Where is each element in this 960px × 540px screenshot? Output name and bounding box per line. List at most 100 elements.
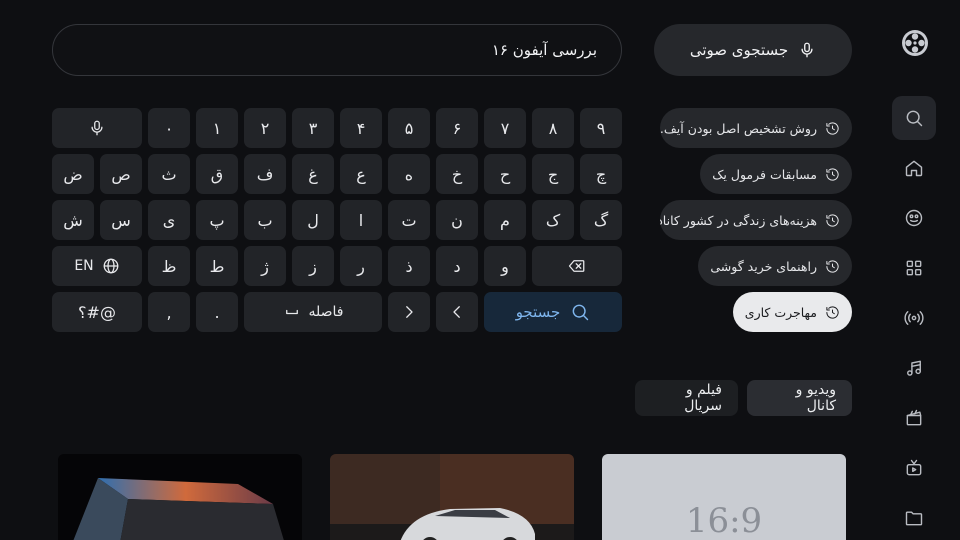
sidebar-item-categories[interactable] [892,246,936,290]
chevron-left-icon [453,306,460,318]
key[interactable]: ظ [148,246,190,286]
voice-search-button[interactable]: جستجوی صوتی [654,24,852,76]
comma-key[interactable]: , [148,292,190,332]
key[interactable]: ع [340,154,382,194]
key[interactable]: ص [100,154,142,194]
key[interactable]: ز [292,246,334,286]
history-icon [826,167,839,181]
sidebar-item-home[interactable] [892,146,936,190]
key[interactable]: ۷ [484,108,526,148]
keyboard-voice-key[interactable] [52,108,142,148]
cursor-right-key[interactable] [388,292,430,332]
history-item[interactable]: مسابقات فرمول یک [700,154,852,194]
key[interactable]: ۵ [388,108,430,148]
key[interactable]: ۹ [580,108,622,148]
keyboard-search-button[interactable]: جستجو [484,292,622,332]
key[interactable]: ژ [244,246,286,286]
history-item[interactable]: راهنمای خرید گوشی [698,246,852,286]
history-item-label: مهاجرت کاری [744,304,817,320]
key[interactable]: ا [340,200,382,240]
key[interactable]: ط [196,246,238,286]
key[interactable]: ق [196,154,238,194]
key[interactable]: ۸ [532,108,574,148]
key[interactable]: ل [292,200,334,240]
result-thumbnail-laptop[interactable] [58,454,302,540]
search-key-label: جستجو [515,303,561,321]
key[interactable]: ر [340,246,382,286]
history-item[interactable]: هزینه‌های زندگی در کشور کاناد... [660,200,852,240]
app-logo [900,28,930,58]
tab-movies-series[interactable]: فیلم و سریال [635,380,738,416]
key[interactable]: ت [388,200,430,240]
key[interactable]: ه [388,154,430,194]
key[interactable]: ۱ [196,108,238,148]
search-input[interactable]: بررسی آیفون ۱۶ [52,24,622,76]
search-input-value: بررسی آیفون ۱۶ [491,41,597,59]
key[interactable]: ب [244,200,286,240]
key[interactable]: چ [580,154,622,194]
key[interactable]: ۴ [340,108,382,148]
film-icon [906,409,922,426]
key[interactable]: خ [436,154,478,194]
key[interactable]: ۰ [148,108,190,148]
tv-icon [906,459,922,476]
backspace-icon [568,260,585,272]
key[interactable]: غ [292,154,334,194]
key[interactable]: ن [436,200,478,240]
sidebar-item-search[interactable] [892,96,936,140]
key[interactable]: د [436,246,478,286]
key[interactable]: ۶ [436,108,478,148]
sidebar-item-games[interactable] [892,196,936,240]
key[interactable]: س [100,200,142,240]
space-key[interactable]: فاصله [244,292,382,332]
history-item-selected[interactable]: مهاجرت کاری [732,292,852,332]
key[interactable]: ۲ [244,108,286,148]
music-icon [907,360,921,376]
key[interactable]: ج [532,154,574,194]
history-icon [826,213,839,227]
history-item-label: هزینه‌های زندگی در کشور کاناد... [660,212,817,228]
laptop-image [73,478,284,540]
key[interactable]: ی [148,200,190,240]
globe-icon [103,258,119,274]
history-item-label: مسابقات فرمول یک [712,166,817,182]
key[interactable]: ک [532,200,574,240]
space-key-label: فاصله [308,304,344,320]
symbols-key[interactable]: ؟#@ [52,292,142,332]
language-key[interactable]: EN [52,246,142,286]
cursor-left-key[interactable] [436,292,478,332]
sidebar-item-music[interactable] [892,346,936,390]
backspace-key[interactable] [532,246,622,286]
key[interactable]: پ [196,200,238,240]
key[interactable]: ث [148,154,190,194]
key[interactable]: ض [52,154,94,194]
search-icon [572,304,589,321]
key[interactable]: ۳ [292,108,334,148]
key[interactable]: و [484,246,526,286]
car-image [330,454,574,540]
sidebar-item-movies[interactable] [892,396,936,440]
key[interactable]: م [484,200,526,240]
result-thumbnail-car[interactable] [330,454,574,540]
key[interactable]: ح [484,154,526,194]
period-key[interactable]: . [196,292,238,332]
search-icon [906,110,923,127]
key[interactable]: ف [244,154,286,194]
voice-search-label: جستجوی صوتی [689,41,789,59]
tab-videos-channels[interactable]: ویدیو و کانال [747,380,852,416]
key[interactable]: ش [52,200,94,240]
history-icon [826,259,839,273]
history-icon [826,305,839,319]
sidebar-item-library[interactable] [892,496,936,540]
history-icon [826,121,839,135]
key[interactable]: گ [580,200,622,240]
key[interactable]: ذ [388,246,430,286]
folder-icon [905,511,923,526]
sidebar-item-live[interactable] [892,296,936,340]
sidebar-item-tv[interactable] [892,446,936,490]
history-item-label: روش تشخیص اصل بودن آیف... [660,120,817,136]
history-item[interactable]: روش تشخیص اصل بودن آیف... [660,108,852,148]
space-bar-icon [285,309,298,315]
broadcast-icon [904,311,924,325]
result-thumbnail-placeholder[interactable]: 16:9 [602,454,846,540]
